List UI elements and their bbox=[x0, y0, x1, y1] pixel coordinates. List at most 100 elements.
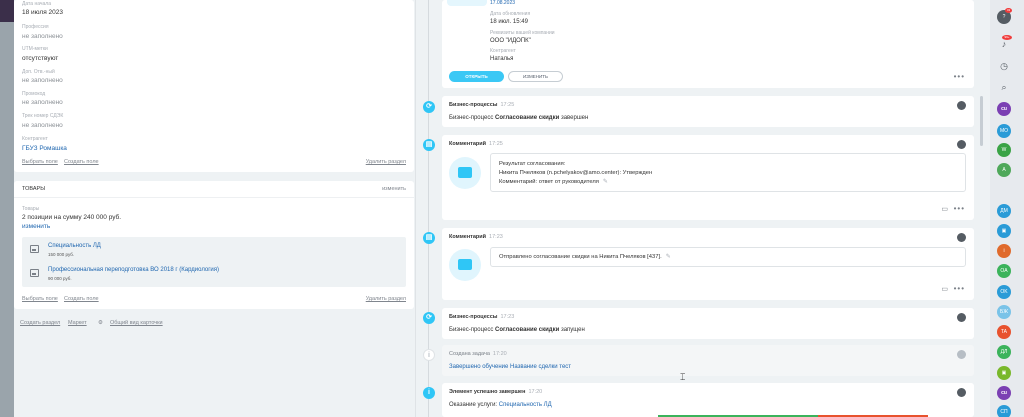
profession-label: Профессия bbox=[22, 24, 49, 30]
help-icon[interactable]: ? 43 bbox=[997, 8, 1012, 24]
chat-icon[interactable]: ▭ bbox=[941, 205, 948, 213]
chat-avatar-oa[interactable]: OA bbox=[997, 264, 1011, 278]
doc-contractor-label: Контрагент bbox=[490, 48, 516, 54]
chat-avatar-ok[interactable]: OK bbox=[997, 285, 1011, 299]
chat-avatar-mo[interactable]: MO bbox=[997, 124, 1011, 138]
goods-select-field-link[interactable]: Выбрать поле bbox=[22, 296, 58, 302]
user-icon[interactable] bbox=[957, 388, 966, 397]
fields-card: Дата начала 18 июля 2023 Профессия не за… bbox=[14, 0, 414, 172]
tl-time: 17:20 bbox=[528, 389, 543, 395]
contractor-link[interactable]: ГБУЗ Ромашка bbox=[22, 145, 67, 152]
tl-title: Бизнес-процессы bbox=[449, 102, 498, 108]
date-start-value: 18 июля 2023 bbox=[22, 9, 63, 16]
crm-left-panel: Дата начала 18 июля 2023 Профессия не за… bbox=[14, 0, 414, 417]
goods-create-field-link[interactable]: Создать поле bbox=[64, 296, 99, 302]
timer-icon[interactable]: ◷ bbox=[997, 59, 1011, 73]
search-icon[interactable]: ⌕ bbox=[997, 80, 1011, 94]
more-icon[interactable]: ••• bbox=[954, 204, 965, 213]
doc-company-label: Реквизиты вашей компании bbox=[490, 30, 555, 36]
extra-value: не заполнено bbox=[22, 77, 63, 84]
timeline-item-comment: Комментарий 17:23 Отправлено согласование… bbox=[442, 228, 974, 300]
doc-company-value: ООО "ИДОПК" bbox=[490, 38, 531, 44]
chat-avatar-sp[interactable]: СП bbox=[997, 405, 1011, 417]
product-price: 90 000 руб. bbox=[48, 276, 72, 281]
comment-icon: ▤ bbox=[423, 232, 435, 244]
chat-avatar-ta[interactable]: TA bbox=[997, 325, 1011, 339]
tl-time: 17:23 bbox=[489, 234, 503, 240]
more-icon[interactable]: ••• bbox=[954, 284, 965, 293]
tl-body-suffix: запущен bbox=[559, 327, 585, 333]
tl-time: 17:20 bbox=[492, 351, 507, 357]
comment-line-2: Никита Пчеляков (n.pchelyakov@amo.center… bbox=[499, 170, 653, 176]
document-card: 17.08.2023 Дата обновления 18 июл. 15:49… bbox=[442, 0, 974, 88]
tk-value: не заполнено bbox=[22, 122, 63, 129]
app-logo-icon[interactable]: cu bbox=[997, 102, 1011, 116]
timeline-item-bizproc-started: Бизнес-процессы 17:23 Бизнес-процесс Согл… bbox=[442, 308, 974, 339]
user-icon[interactable] bbox=[957, 101, 966, 110]
open-button[interactable]: ОТКРЫТЬ bbox=[449, 71, 504, 82]
task-link[interactable]: Завершено обучение Название сделки тест bbox=[449, 364, 571, 370]
bell-badge: 99+ bbox=[1002, 35, 1012, 40]
chat-icon[interactable]: ▭ bbox=[941, 285, 948, 293]
user-icon[interactable] bbox=[957, 233, 966, 242]
goods-change-link[interactable]: изменить bbox=[22, 223, 50, 230]
user-icon[interactable] bbox=[957, 350, 966, 359]
mouse-cursor-icon: ⌶ bbox=[680, 372, 686, 382]
user-icon[interactable] bbox=[957, 140, 966, 149]
goods-delete-section-link[interactable]: Удалить раздел bbox=[366, 296, 406, 302]
user-icon[interactable] bbox=[957, 313, 966, 322]
pencil-icon[interactable]: ✎ bbox=[603, 179, 608, 185]
utm-label: UTM-метки bbox=[22, 46, 48, 52]
tl-title: Комментарий bbox=[449, 234, 487, 240]
chat-avatar-bzh[interactable]: БЖ bbox=[997, 305, 1011, 319]
select-field-link[interactable]: Выбрать поле bbox=[22, 159, 58, 165]
product-price: 150 000 руб. bbox=[48, 252, 75, 257]
tl-title: Создана задача bbox=[449, 351, 490, 357]
promo-label: Промокод bbox=[22, 91, 46, 97]
bizproc-icon: ⟳ bbox=[423, 312, 435, 324]
info-icon: i bbox=[423, 387, 435, 399]
goods-summary: 2 позиции на сумму 240 000 руб. bbox=[22, 214, 122, 221]
panel-splitter[interactable] bbox=[415, 0, 416, 417]
goods-card: ТОВАРЫ изменить Товары 2 позиции на сумм… bbox=[14, 181, 414, 309]
service-link[interactable]: Специальность ЛД bbox=[499, 402, 552, 408]
tl-title: Элемент успешно завершен bbox=[449, 389, 526, 395]
delete-section-link[interactable]: Удалить раздел bbox=[366, 159, 406, 165]
comment-text-box: Результат согласования: Никита Пчеляков … bbox=[490, 153, 966, 192]
extra-label: Доп. Отв.-ный bbox=[22, 69, 55, 75]
document-thumbnail bbox=[447, 0, 487, 6]
timeline-scrollbar[interactable] bbox=[980, 96, 983, 146]
create-section-link[interactable]: Создать раздел bbox=[20, 320, 60, 326]
comment-text-box: Отправлено согласование скидки на Никита… bbox=[490, 247, 966, 267]
tl-body-bold: Согласование скидки bbox=[494, 115, 560, 121]
goods-label: Товары bbox=[22, 206, 40, 212]
chat-group-icon[interactable]: ▣ bbox=[997, 366, 1011, 380]
create-field-link[interactable]: Создать поле bbox=[64, 159, 99, 165]
goods-title: ТОВАРЫ bbox=[22, 186, 46, 192]
chat-logo-icon[interactable]: cu bbox=[997, 386, 1011, 400]
chat-avatar-dl[interactable]: ДЛ bbox=[997, 345, 1011, 359]
pencil-icon[interactable]: ✎ bbox=[666, 254, 671, 260]
change-button[interactable]: ИЗМЕНИТЬ bbox=[508, 71, 563, 82]
product-icon bbox=[30, 245, 39, 253]
more-icon[interactable]: ••• bbox=[954, 72, 965, 81]
timeline-item-comment: Комментарий 17:25 Результат согласования:… bbox=[442, 135, 974, 220]
tl-title: Бизнес-процессы bbox=[449, 314, 498, 320]
general-view-link[interactable]: Общий вид карточки bbox=[110, 320, 163, 326]
chat-avatar-dm[interactable]: ДМ bbox=[997, 204, 1011, 218]
utm-value: отсутствуют bbox=[22, 55, 59, 62]
chat-avatar-w[interactable]: W bbox=[997, 143, 1011, 157]
profession-value: не заполнено bbox=[22, 33, 63, 40]
chat-avatar-a[interactable]: A bbox=[997, 163, 1011, 177]
market-link[interactable]: Маркет bbox=[68, 320, 87, 326]
chat-group-icon[interactable]: ▣ bbox=[997, 224, 1011, 238]
product-name[interactable]: Специальность ЛД bbox=[48, 243, 101, 249]
timeline-item-element-completed: Элемент успешно завершен 17:20 Оказание у… bbox=[442, 383, 974, 417]
product-name[interactable]: Профессиональная переподготовка ВО 2018 … bbox=[48, 267, 219, 273]
contractor-label: Контрагент bbox=[22, 136, 48, 142]
chat-avatar-i[interactable]: i bbox=[997, 244, 1011, 258]
goods-edit-link[interactable]: изменить bbox=[382, 186, 406, 192]
bell-icon[interactable]: ♪ 99+ bbox=[997, 35, 1012, 51]
promo-value: не заполнено bbox=[22, 99, 63, 106]
comment-bubble-icon bbox=[449, 157, 481, 189]
